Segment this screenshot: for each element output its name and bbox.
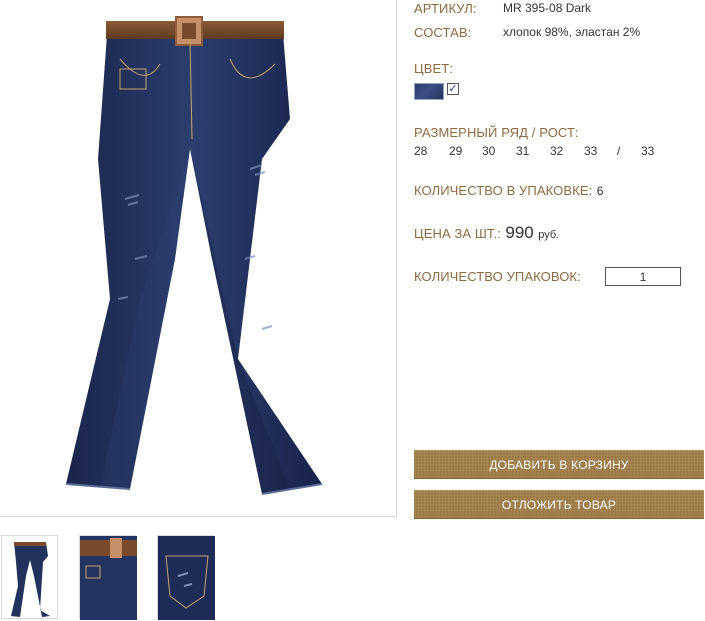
size-item: 30 [482, 144, 496, 158]
thumbnail-pocket-closeup[interactable] [157, 535, 215, 620]
save-item-button[interactable]: ОТЛОЖИТЬ ТОВАР [414, 490, 704, 519]
jeans-illustration [65, 16, 323, 495]
size-item: 32 [550, 144, 564, 158]
size-item: 33 [584, 144, 598, 158]
price-currency: руб. [538, 229, 560, 241]
composition-row: СОСТАВ: [414, 24, 471, 42]
thumbnail-belt-closeup[interactable] [79, 535, 137, 620]
color-label: ЦВЕТ: [414, 61, 454, 76]
add-to-cart-button[interactable]: ДОБАВИТЬ В КОРЗИНУ [414, 450, 704, 479]
price-label: ЦЕНА ЗА ШТ.: [414, 226, 501, 241]
sizes-label: РАЗМЕРНЫЙ РЯД / РОСТ: [414, 125, 579, 140]
size-item: 28 [414, 144, 428, 158]
main-product-image[interactable] [0, 0, 397, 517]
color-swatch[interactable] [414, 83, 444, 100]
pack-quantity-label: КОЛИЧЕСТВО В УПАКОВКЕ: [414, 183, 593, 198]
size-item: 29 [449, 144, 463, 158]
size-item: 31 [516, 144, 530, 158]
article-label: АРТИКУЛ: [414, 1, 477, 16]
color-checkbox[interactable]: ✓ [447, 83, 459, 95]
article-row: АРТИКУЛ: [414, 0, 477, 18]
height-item: 33 [641, 144, 655, 158]
pack-quantity-row: КОЛИЧЕСТВО В УПАКОВКЕ: 6 [414, 182, 603, 200]
composition-value: хлопок 98%, эластан 2% [503, 25, 641, 39]
size-separator: / [617, 144, 621, 158]
thumbnail-jeans-image [11, 542, 50, 617]
thumbnail-full-view[interactable] [1, 535, 58, 619]
thumbnail-belt-image [80, 536, 137, 620]
article-value: MR 395-08 Dark [503, 1, 592, 15]
price-row: ЦЕНА ЗА ШТ.: 990 руб. [414, 223, 559, 243]
pack-quantity-value: 6 [596, 184, 604, 198]
thumbnail-pocket-image [158, 536, 215, 620]
composition-label: СОСТАВ: [414, 25, 472, 40]
pack-count-label: КОЛИЧЕСТВО УПАКОВОК: [414, 269, 581, 284]
pack-count-input[interactable] [605, 267, 681, 286]
price-value: 990 [505, 223, 534, 242]
